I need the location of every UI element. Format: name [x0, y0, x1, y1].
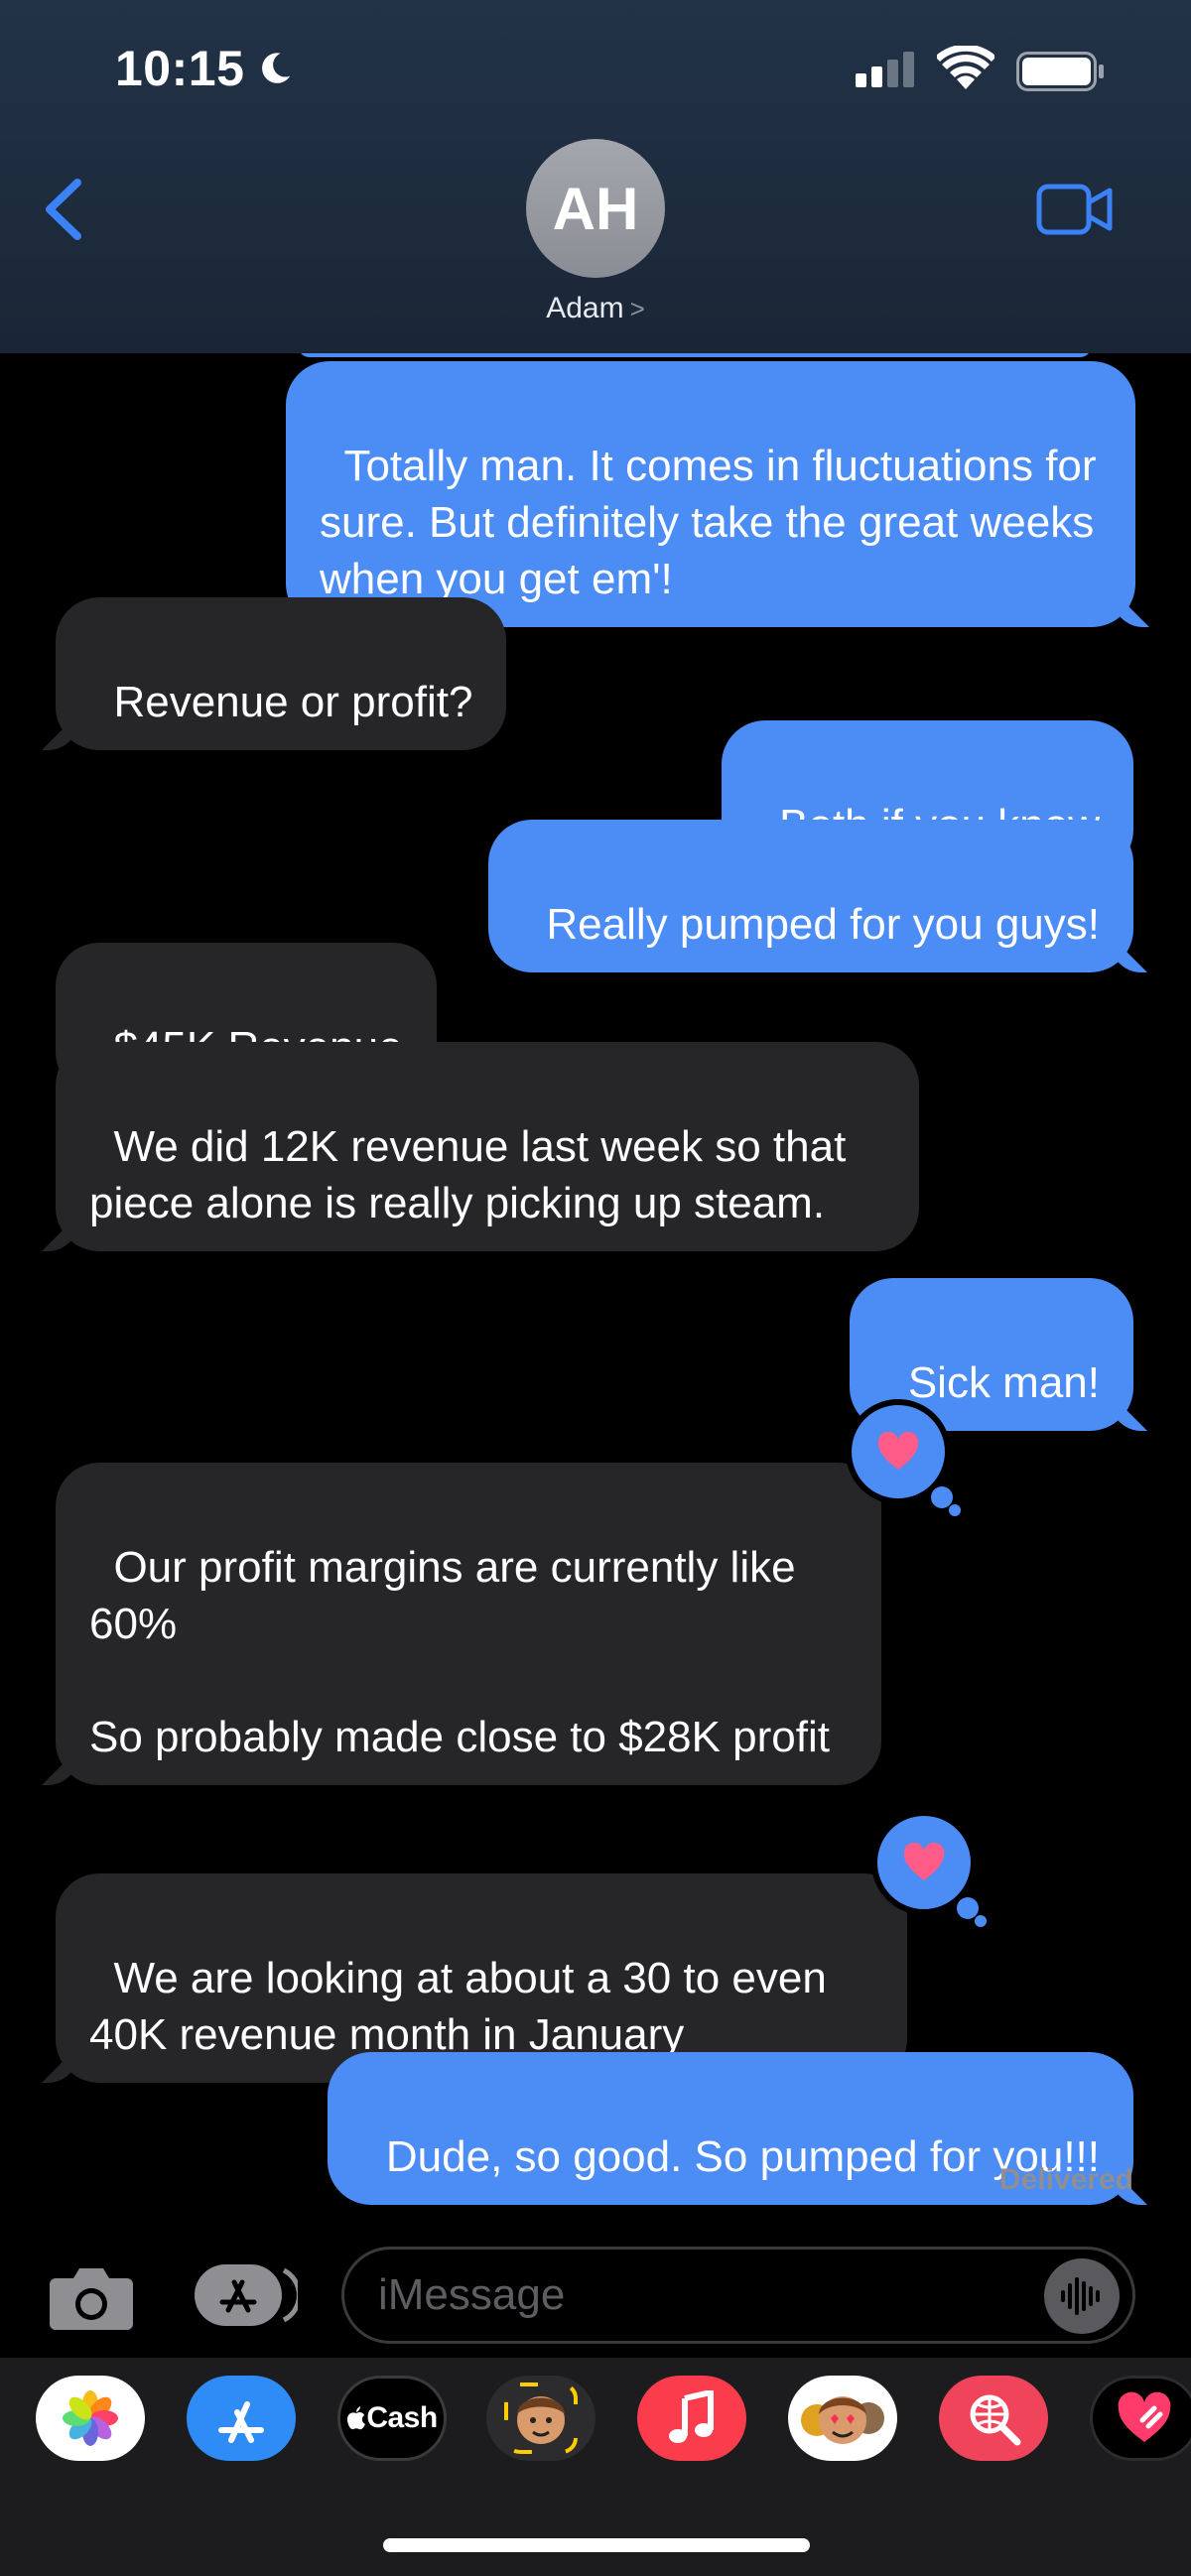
facetime-video-button[interactable]	[1036, 183, 1114, 236]
message-text: Sick man!	[907, 1358, 1100, 1407]
wifi-icon	[937, 46, 994, 89]
message-text: Totally man. It comes in fluctuations fo…	[320, 442, 1109, 603]
message-text: Dude, so good. So pumped for you!!!	[385, 2132, 1100, 2181]
heart-icon	[903, 1843, 945, 1880]
heart-reaction[interactable]	[846, 1399, 961, 1516]
message-text: We are looking at about a 30 to even 40K…	[89, 1954, 840, 2059]
moon-icon	[262, 53, 291, 83]
waveform-icon	[1061, 2277, 1100, 2315]
message-text: Revenue or profit?	[113, 678, 473, 726]
contact-name-label: Adam	[546, 292, 624, 324]
received-message[interactable]: Revenue or profit?	[56, 597, 507, 750]
heart-touch-icon	[1118, 2391, 1171, 2442]
images-search-app-icon[interactable]	[939, 2376, 1048, 2461]
cash-label: Cash	[366, 2401, 438, 2434]
message-text: Our profit margins are currently like 60…	[89, 1543, 831, 1761]
delivered-status: Delivered	[998, 2163, 1133, 2196]
sent-message[interactable]: Really pumped for you guys!	[487, 820, 1133, 972]
app-store-apps-button[interactable]	[193, 2262, 298, 2328]
back-button[interactable]	[40, 177, 89, 242]
digital-touch-app-icon[interactable]	[1090, 2376, 1191, 2461]
music-app-icon[interactable]	[637, 2376, 746, 2461]
battery-icon	[1016, 52, 1104, 91]
camera-button[interactable]	[48, 2262, 135, 2332]
memoji-app-icon[interactable]	[486, 2376, 596, 2461]
app-store-icon	[218, 2401, 264, 2443]
conversation-header: 10:15 AH Adam >	[0, 0, 1191, 353]
home-indicator[interactable]	[383, 2538, 810, 2552]
message-text: We did 12K revenue last week so that pie…	[89, 1122, 859, 1227]
voice-message-button[interactable]	[1044, 2258, 1120, 2334]
message-text: Really pumped for you guys!	[546, 900, 1100, 949]
received-message[interactable]: Our profit margins are currently like 60…	[56, 1463, 881, 1785]
apple-cash-app-icon[interactable]: Cash	[337, 2376, 447, 2461]
imessage-input[interactable]	[341, 2247, 1135, 2344]
cellular-signal-icon	[856, 52, 914, 87]
received-message[interactable]: We did 12K revenue last week so that pie…	[56, 1042, 919, 1251]
sent-message[interactable]: Totally man. It comes in fluctuations fo…	[286, 361, 1135, 627]
contact-name[interactable]: Adam >	[0, 292, 1191, 325]
photos-flower-icon	[63, 2390, 118, 2446]
photos-app-icon[interactable]	[36, 2376, 145, 2461]
heart-icon	[877, 1432, 919, 1470]
heart-reaction[interactable]	[871, 1810, 987, 1927]
contact-avatar[interactable]: AH	[526, 139, 665, 278]
music-note-icon	[669, 2390, 714, 2443]
apple-logo-icon	[347, 2406, 366, 2430]
status-time: 10:15	[115, 41, 245, 96]
memoji-stickers-app-icon[interactable]	[788, 2376, 897, 2461]
chevron-right-icon: >	[629, 294, 645, 323]
globe-search-icon	[970, 2394, 1021, 2446]
app-store-app-icon[interactable]	[187, 2376, 296, 2461]
avatar-initials: AH	[552, 175, 639, 242]
memoji-stickers-icon	[801, 2396, 884, 2444]
memoji-face-icon	[504, 2383, 578, 2454]
